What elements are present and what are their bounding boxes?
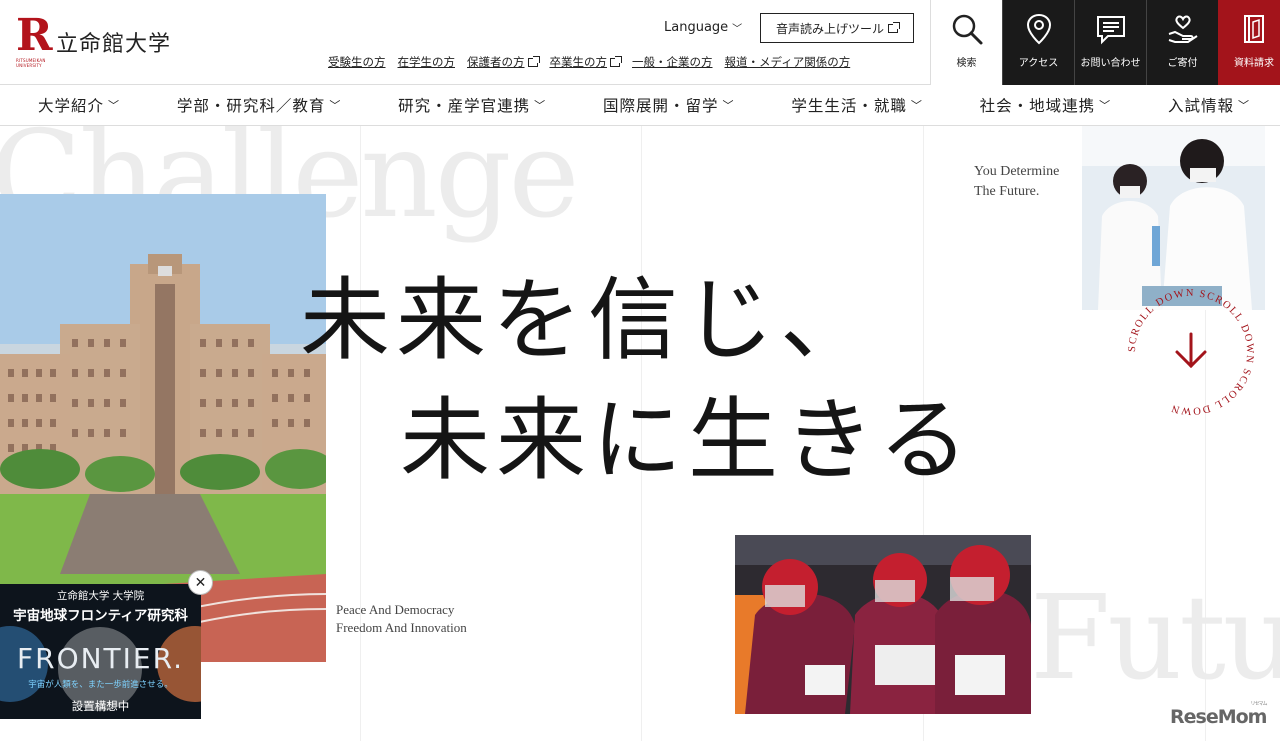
audience-link-label: 在学生の方 [397,55,456,69]
banner-line4: 宇宙が人類を、また一歩前進させる。 [28,680,173,690]
logo-subtext: RITSUMEIKAN UNIVERSITY [16,58,46,68]
search-icon [952,14,982,45]
external-link-icon [888,21,900,33]
watermark-subtext: リセマム [1250,701,1267,707]
logo-letter: R [16,10,53,61]
external-link-icon [610,55,622,67]
scroll-down-button[interactable]: SCROLL DOWN SCROLL DOWN SCROLL DOWN [1125,286,1257,418]
bg-word-future: Future [1030,571,1280,706]
nav-item-label: 国際展開・留学 [602,97,719,115]
language-selector[interactable]: Language ﹀ [664,20,742,35]
access-button[interactable]: アクセス [1002,0,1074,85]
tagline-right-line2: The Future. [974,184,1040,199]
chevron-down-icon: ﹀ [1099,99,1112,112]
book-icon [1244,15,1264,43]
chevron-down-icon: ﹀ [732,24,743,35]
chevron-down-icon: ﹀ [910,99,923,112]
audience-link-media[interactable]: 報道・メディア関係の方 [725,54,851,70]
chevron-down-icon: ﹀ [108,99,121,112]
tagline-right-line1: You Determine [974,164,1060,179]
tagline-left-line1: Peace And Democracy [336,602,455,617]
audience-link-alumni[interactable]: 卒業生の方 [549,54,622,70]
banner-line3: FRONTIER. [17,642,184,675]
tts-button[interactable]: 音声読み上げツール [760,13,914,43]
nav-item-faculties[interactable]: 学部・研究科／教育 ﹀ [177,94,342,116]
football-photo [735,535,1031,714]
contact-button-label: お問い合わせ [1080,58,1141,69]
scroll-down-ring: SCROLL DOWN SCROLL DOWN SCROLL DOWN [1127,288,1254,416]
nav-item-label: 入試情報 [1167,97,1234,115]
chevron-down-icon: ﹀ [534,99,547,112]
arrow-down-icon [1175,332,1207,369]
nav-item-about[interactable]: 大学紹介 ﹀ [38,94,120,116]
audience-link-applicants[interactable]: 受験生の方 [328,54,386,70]
chevron-down-icon: ﹀ [1237,99,1250,112]
resemom-watermark: ReseMom リセマム [1170,701,1267,728]
audience-link-label: 受験生の方 [328,55,386,69]
access-button-label: アクセス [1018,58,1059,69]
hero-headline-line2: 未来に生きる [400,388,975,493]
banner-close-button[interactable]: ✕ [188,570,213,595]
audience-link-label: 報道・メディア関係の方 [724,55,851,69]
tagline-right: You Determine The Future. [974,162,1059,202]
audience-link-label: 一般・企業の方 [632,55,713,69]
nav-item-international[interactable]: 国際展開・留学 ﹀ [603,94,735,116]
banner-line2: 宇宙地球フロンティア研究科 [13,608,188,624]
hero-headline-line1: 未来を信じ、 [300,268,876,373]
tagline-left: Peace And Democracy Freedom And Innovati… [336,601,467,637]
nav-item-student-life[interactable]: 学生生活・就職 ﹀ [791,94,923,116]
audience-link-label: 卒業生の方 [549,55,608,69]
tagline-left-line2: Freedom And Innovation [336,620,467,635]
university-name: 立命館大学 [56,32,172,57]
banner-line5: 設置構想中 [71,699,130,713]
nav-item-label: 大学紹介 [38,97,105,115]
chevron-down-icon: ﹀ [722,99,735,112]
nav-item-label: 社会・地域連携 [979,97,1096,115]
nav-item-community[interactable]: 社会・地域連携 ﹀ [980,94,1112,116]
nav-item-label: 研究・産学官連携 [398,97,531,115]
brochure-request-button[interactable]: 資料請求 [1218,0,1280,85]
nav-item-label: 学部・研究科／教育 [176,97,326,115]
lab-research-photo [1082,126,1265,310]
chevron-down-icon: ﹀ [329,99,342,112]
map-pin-icon [1026,13,1051,45]
nav-item-research[interactable]: 研究・産学官連携 ﹀ [398,94,546,116]
nav-item-label: 学生生活・就職 [791,97,907,115]
audience-link-parents[interactable]: 保護者の方 [467,54,540,70]
football-illustration [735,535,1031,714]
close-icon: ✕ [194,574,207,591]
watermark-text: ReseMom [1170,706,1267,728]
search-button[interactable]: 検索 [930,0,1002,85]
lab-illustration [1082,126,1265,310]
language-label: Language [664,20,729,35]
donation-button[interactable]: ご寄付 [1146,0,1218,85]
university-logo[interactable]: R RITSUMEIKAN UNIVERSITY 立命館大学 [16,10,172,69]
main-nav: 大学紹介 ﹀ 学部・研究科／教育 ﹀ 研究・産学官連携 ﹀ 国際展開・留学 ﹀ 学生生活… [0,85,1280,126]
logo-mark: R RITSUMEIKAN UNIVERSITY [16,10,53,69]
audience-link-label: 保護者の方 [467,55,525,69]
audience-links: 受験生の方 在学生の方 保護者の方 卒業生の方 一般・企業の方 報道・メディア関… [328,54,850,70]
audience-link-general[interactable]: 一般・企業の方 [632,54,713,70]
site-header: R RITSUMEIKAN UNIVERSITY 立命館大学 Language … [0,0,1280,85]
banner-line1: 立命館大学 大学院 [56,590,145,602]
tts-label: 音声読み上げツール [775,21,884,36]
frontier-banner[interactable]: 立命館大学 大学院 宇宙地球フロンティア研究科 FRONTIER. 宇宙が人類を… [0,584,201,719]
chat-icon [1096,16,1125,45]
audience-link-students[interactable]: 在学生の方 [398,54,456,70]
search-button-label: 検索 [956,58,977,69]
brochure-request-label: 資料請求 [1234,58,1274,69]
header-icon-buttons: 検索 アクセス お問い合わせ ご寄付 資料請求 [930,0,1280,85]
donation-button-label: ご寄付 [1167,58,1198,69]
contact-button[interactable]: お問い合わせ [1074,0,1146,85]
heart-hand-icon [1168,15,1198,43]
nav-item-admissions[interactable]: 入試情報 ﹀ [1168,94,1250,116]
external-link-icon [527,55,540,67]
